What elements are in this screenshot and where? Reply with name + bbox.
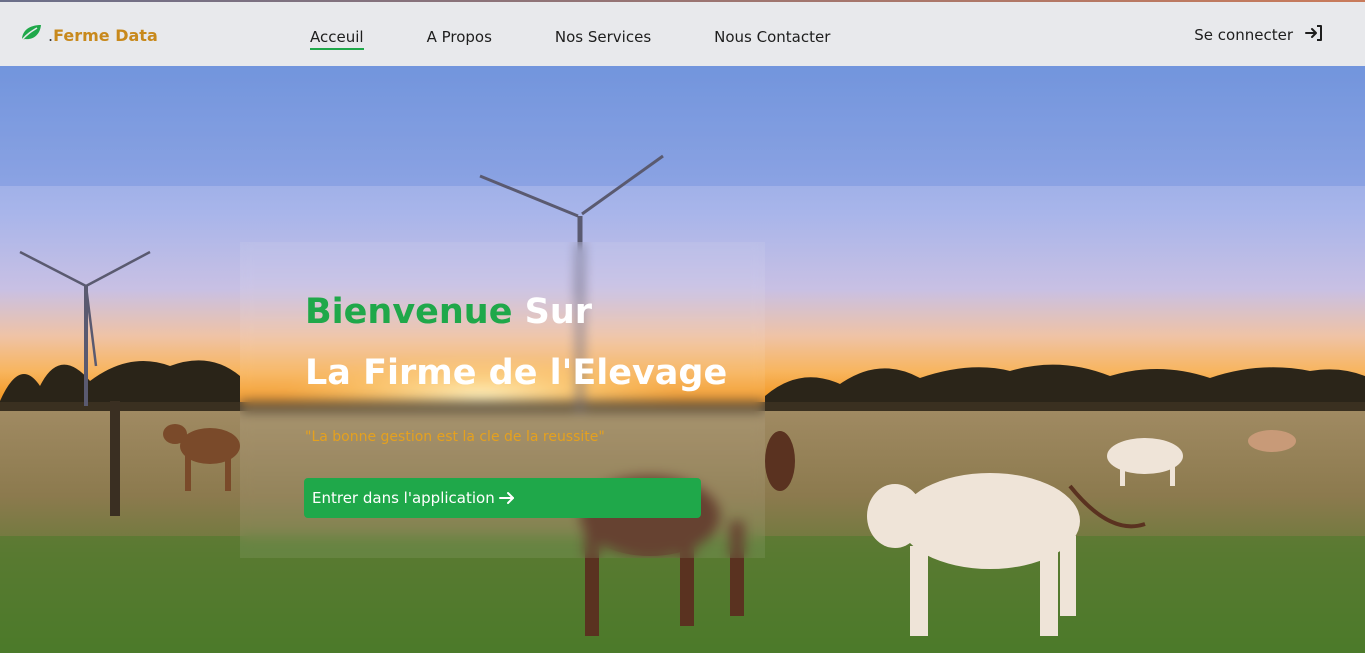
hero-section: Bienvenue Sur La Firme de l'Elevage "La …	[0, 66, 1365, 653]
brand-name: .Ferme Data	[48, 25, 158, 45]
brand-logo[interactable]: .Ferme Data	[20, 24, 158, 46]
main-nav: Acceuil A Propos Nos Services Nous Conta…	[310, 28, 893, 50]
nav-item-acceuil[interactable]: Acceuil	[310, 28, 364, 50]
enter-app-label: Entrer dans l'application	[312, 489, 495, 507]
navbar: .Ferme Data Acceuil A Propos Nos Service…	[0, 2, 1365, 66]
hero-quote: "La bonne gestion est la cle de la reuss…	[305, 429, 605, 445]
nav-item-a-propos[interactable]: A Propos	[427, 28, 492, 50]
enter-app-button[interactable]: Entrer dans l'application	[304, 478, 701, 518]
nav-item-nous-contacter[interactable]: Nous Contacter	[714, 28, 830, 50]
hero-title: Bienvenue Sur	[305, 292, 593, 332]
leaf-icon	[20, 24, 42, 46]
login-arrow-icon	[1305, 25, 1323, 45]
hero-subtitle: La Firme de l'Elevage	[305, 353, 728, 393]
login-label: Se connecter	[1194, 26, 1293, 44]
login-button[interactable]: Se connecter	[1194, 25, 1323, 45]
arrow-right-icon	[498, 491, 515, 505]
nav-item-nos-services[interactable]: Nos Services	[555, 28, 651, 50]
